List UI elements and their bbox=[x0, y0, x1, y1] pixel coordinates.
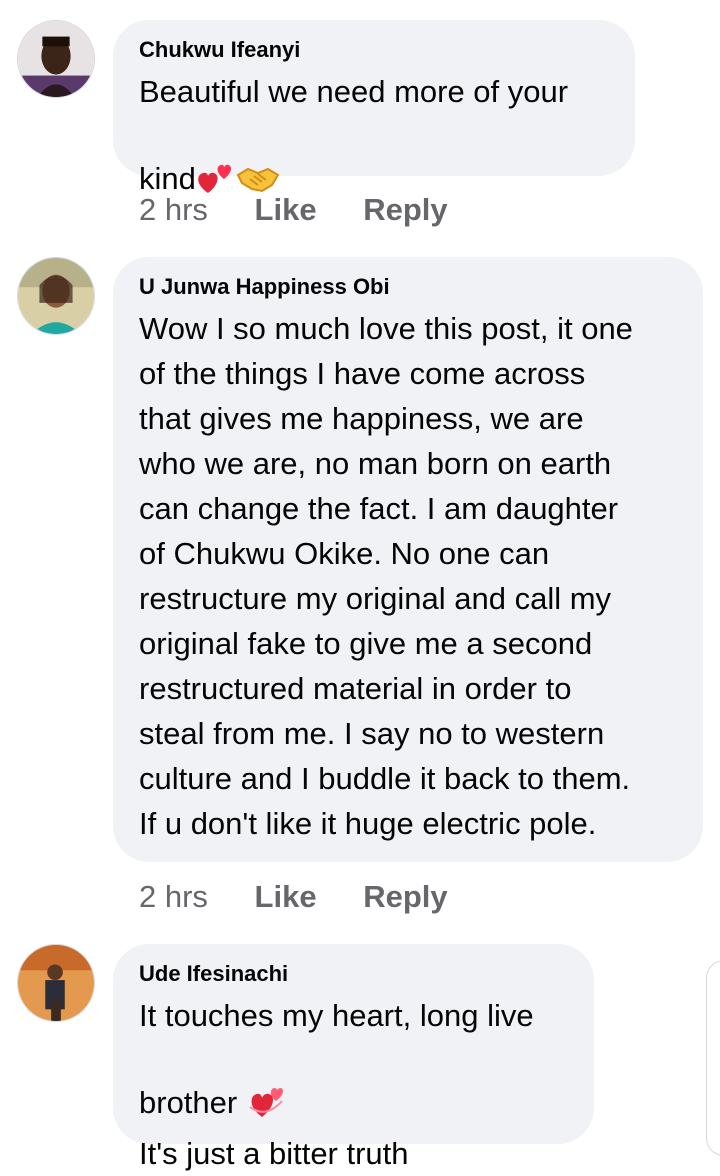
comment-time: 2 hrs bbox=[139, 192, 208, 227]
avatar[interactable] bbox=[17, 20, 95, 98]
reply-button[interactable]: Reply bbox=[363, 192, 447, 227]
side-panel-edge bbox=[706, 960, 720, 1156]
like-button[interactable]: Like bbox=[255, 879, 317, 914]
avatar-photo-icon bbox=[18, 945, 94, 1021]
avatar[interactable] bbox=[17, 257, 95, 335]
avatar-photo-icon bbox=[18, 21, 94, 97]
avatar[interactable] bbox=[17, 944, 95, 1022]
comment-author[interactable]: U Junwa Happiness Obi bbox=[139, 274, 677, 300]
comment-bubble: Ude Ifesinachi It touches my heart, long… bbox=[113, 944, 594, 1171]
comment-bubble: Chukwu Ifeanyi Beautiful we need more of… bbox=[113, 20, 635, 196]
comment-meta: 2 hrs Like Reply bbox=[139, 192, 486, 228]
comment-bubble: U Junwa Happiness Obi Wow I so much love… bbox=[113, 257, 703, 862]
comment-text: Beautiful we need more of your kind bbox=[139, 69, 609, 207]
like-button[interactable]: Like bbox=[255, 192, 317, 227]
avatar-photo-icon bbox=[18, 258, 94, 334]
comment-text: Wow I so much love this post, it one of … bbox=[139, 311, 633, 841]
comment-time: 2 hrs bbox=[139, 879, 208, 914]
reply-button[interactable]: Reply bbox=[363, 879, 447, 914]
comment-meta: 2 hrs Like Reply bbox=[139, 879, 486, 915]
comment-author[interactable]: Ude Ifesinachi bbox=[139, 961, 568, 987]
comment-author[interactable]: Chukwu Ifeanyi bbox=[139, 37, 609, 63]
revolving-hearts-icon bbox=[246, 1038, 286, 1131]
comment-text: It touches my heart, long live brother It… bbox=[139, 998, 534, 1171]
